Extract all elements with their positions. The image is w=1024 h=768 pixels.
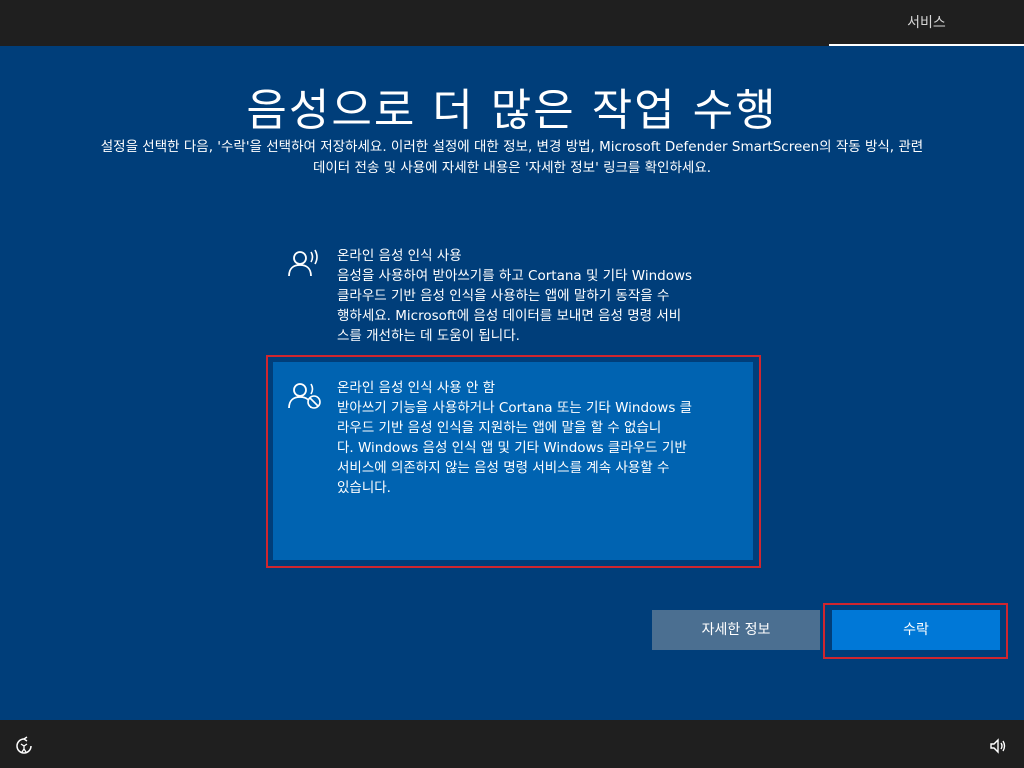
option-line: 행하세요. Microsoft에 음성 데이터를 보내면 음성 명령 서비 <box>337 308 682 324</box>
accessibility-icon[interactable] <box>14 736 34 756</box>
option-heading: 온라인 음성 인식 사용 <box>337 248 462 264</box>
bottom-bar <box>0 720 1024 768</box>
subtitle-line-2: 데이터 전송 및 사용에 자세한 내용은 '자세한 정보' 링크를 확인하세요. <box>312 160 712 176</box>
option-line: 있습니다. <box>337 480 391 496</box>
more-info-button[interactable]: 자세한 정보 <box>652 610 820 650</box>
option-line: 라우드 기반 음성 인식을 지원하는 앱에 말을 할 수 없습니 <box>337 420 662 436</box>
voice-off-icon <box>288 383 321 409</box>
option-online-speech-on[interactable]: 온라인 음성 인식 사용 음성을 사용하여 받아쓰기를 하고 Cortana 및… <box>287 246 747 350</box>
option-line: 클라우드 기반 음성 인식을 사용하는 앱에 말하기 동작을 수 <box>337 288 670 304</box>
top-bar: 서비스 <box>0 0 1024 46</box>
option-line: 스를 개선하는 데 도움이 됩니다. <box>337 328 520 344</box>
option-line: 서비스에 의존하지 않는 음성 명령 서비스를 계속 사용할 수 <box>337 460 670 476</box>
volume-icon[interactable] <box>988 736 1008 756</box>
option-heading: 온라인 음성 인식 사용 안 함 <box>337 380 496 396</box>
subtitle-line-1: 설정을 선택한 다음, '수락'을 선택하여 저장하세요. 이러한 설정에 대한… <box>100 139 924 155</box>
accept-button[interactable]: 수락 <box>832 610 1000 650</box>
page-subtitle: 설정을 선택한 다음, '수락'을 선택하여 저장하세요. 이러한 설정에 대한… <box>40 137 984 179</box>
option-online-speech-off[interactable]: 온라인 음성 인식 사용 안 함 받아쓰기 기능을 사용하거나 Cortana … <box>287 378 747 508</box>
option-line: 받아쓰기 기능을 사용하거나 Cortana 또는 기타 Windows 클 <box>337 400 693 416</box>
option-line: 다. Windows 음성 인식 앱 및 기타 Windows 클라우드 기반 <box>337 440 687 456</box>
voice-icon <box>288 249 318 277</box>
option-line: 음성을 사용하여 받아쓰기를 하고 Cortana 및 기타 Windows <box>337 268 693 284</box>
page-title: 음성으로 더 많은 작업 수행 <box>246 85 778 136</box>
tab-services[interactable]: 서비스 <box>829 0 1024 46</box>
